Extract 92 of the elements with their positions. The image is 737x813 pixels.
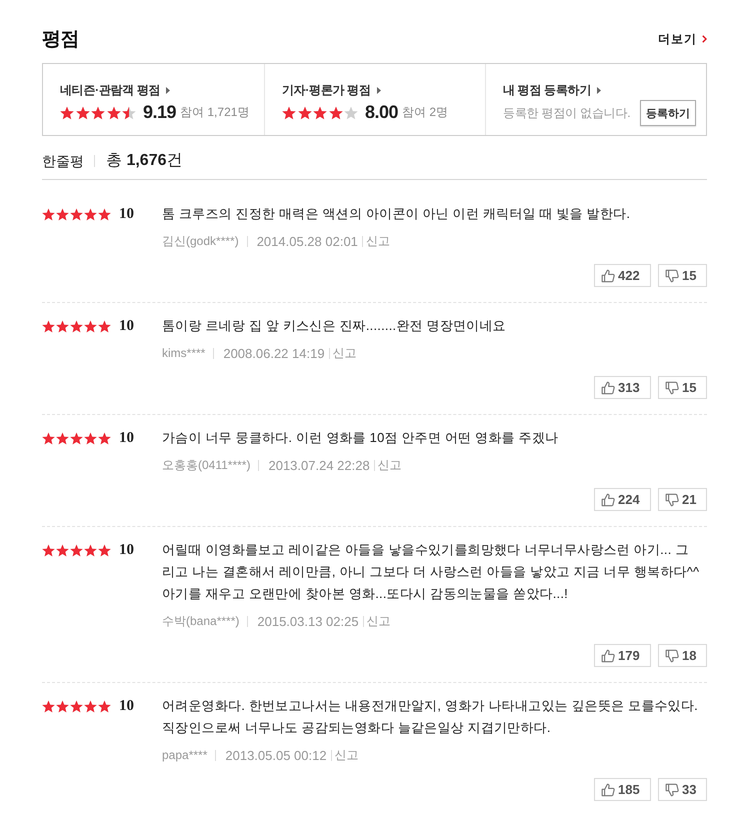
dislike-button[interactable]: 21 bbox=[658, 488, 707, 511]
section-title: 평점 bbox=[42, 28, 79, 52]
review-text: 어릴때 이영화를보고 레이같은 아들을 낳을수있기를희망했다 너무너무사랑스런 아기... 그리고 나는 결혼해서 레이만큼, 아니 그보다 더 사랑스런 아들을 낳았고 지금 너무 행복하다^^ 아기를 재우고 오랜만에 찾아본 영화...또다시 감동의눈물을 쏟았다...! bbox=[162, 541, 700, 603]
dislike-button[interactable]: 15 bbox=[658, 376, 707, 399]
like-button[interactable]: 313 bbox=[594, 376, 651, 399]
rating-link[interactable]: 내 평점 등록하기 bbox=[503, 82, 601, 99]
review-author: 오홍홍(0411****) bbox=[162, 456, 252, 474]
dislike-button[interactable]: 15 bbox=[658, 264, 707, 287]
thumbs-down-icon bbox=[665, 492, 679, 506]
review-score: 10 bbox=[119, 430, 134, 446]
chevron-icon bbox=[702, 35, 707, 43]
dislike-button[interactable]: 33 bbox=[658, 778, 707, 801]
review-author: 김신(godk****) bbox=[162, 232, 240, 250]
star-icon bbox=[76, 106, 90, 120]
review-date: 2008.06.22 14:19 bbox=[213, 348, 329, 358]
star-icon bbox=[344, 106, 358, 120]
like-button[interactable]: 422 bbox=[594, 264, 651, 287]
thumbs-up-icon bbox=[601, 782, 615, 796]
star-icon bbox=[70, 544, 83, 556]
star-icon bbox=[298, 106, 312, 120]
star-icon bbox=[70, 700, 83, 712]
star-icon bbox=[60, 106, 74, 120]
star-icon bbox=[56, 208, 69, 220]
thumbs-up-icon bbox=[601, 380, 615, 394]
star-icon bbox=[98, 700, 111, 712]
star-icon bbox=[70, 320, 83, 332]
review-score: 10 bbox=[119, 542, 134, 558]
star-icon bbox=[56, 544, 69, 556]
star-icon bbox=[70, 432, 83, 444]
star-icon bbox=[98, 432, 111, 444]
review-text: 가슴이 너무 뭉클하다. 이런 영화를 10점 안주면 어떤 영화를 주겠나 bbox=[162, 429, 560, 447]
star-icon bbox=[98, 208, 111, 220]
average-score: 8.00 bbox=[365, 102, 398, 123]
like-button[interactable]: 224 bbox=[594, 488, 651, 511]
review-author: 수박(bana****) bbox=[162, 612, 240, 630]
dislike-button[interactable]: 18 bbox=[658, 644, 707, 667]
review-date: 2015.03.13 02:25 bbox=[247, 616, 363, 626]
review-score: 10 bbox=[119, 318, 134, 334]
star-icon bbox=[122, 106, 136, 120]
review-score: 10 bbox=[119, 206, 134, 222]
rating-link[interactable]: 기자·평론가 평점 bbox=[282, 82, 381, 99]
review-date: 2014.05.28 02:01 bbox=[246, 236, 362, 246]
star-icon bbox=[56, 432, 69, 444]
star-icon bbox=[56, 320, 69, 332]
thumbs-up-icon bbox=[601, 268, 615, 282]
review-text: 톰이랑 르네랑 집 앞 키스신은 진짜........완전 명장면이네요 bbox=[162, 317, 507, 335]
star-icon bbox=[313, 106, 327, 120]
star-icon bbox=[98, 320, 111, 332]
star-icon bbox=[84, 700, 97, 712]
star-icon bbox=[42, 320, 55, 332]
thumbs-down-icon bbox=[665, 380, 679, 394]
like-button[interactable]: 185 bbox=[594, 778, 651, 801]
participant-count: 참여 2명 bbox=[402, 104, 448, 121]
star-icon bbox=[91, 106, 105, 120]
star-icon bbox=[84, 544, 97, 556]
star-icon bbox=[56, 700, 69, 712]
star-icon bbox=[106, 106, 120, 120]
like-button[interactable]: 179 bbox=[594, 644, 651, 667]
star-icon bbox=[42, 208, 55, 220]
thumbs-up-icon bbox=[601, 492, 615, 506]
register-button[interactable]: 등록하기 bbox=[640, 100, 696, 126]
star-icon bbox=[328, 106, 342, 120]
thumbs-down-icon bbox=[665, 268, 679, 282]
star-icon bbox=[42, 544, 55, 556]
caret-icon bbox=[166, 87, 170, 94]
caret-icon bbox=[596, 87, 601, 94]
empty-message: 등록한 평점이 없습니다. bbox=[503, 104, 630, 122]
thumbs-up-icon bbox=[601, 648, 615, 662]
star-icon bbox=[282, 106, 296, 120]
thumbs-down-icon bbox=[665, 782, 679, 796]
average-score: 9.19 bbox=[143, 102, 176, 123]
caret-icon bbox=[376, 87, 381, 94]
review-author: papa**** bbox=[162, 748, 208, 762]
star-icon bbox=[98, 544, 111, 556]
star-icon bbox=[84, 320, 97, 332]
star-icon bbox=[42, 700, 55, 712]
participant-count: 참여 1,721명 bbox=[180, 104, 250, 121]
more-link[interactable]: 더보기 bbox=[658, 30, 707, 48]
star-icon bbox=[84, 432, 97, 444]
review-text: 어려운영화다. 한번보고나서는 내용전개만알지, 영화가 나타내고있는 깊은뜻은 모를수있다. 직장인으로써 너무나도 공감되는영화다 늘같은일상 지겹기만하다. bbox=[162, 697, 699, 737]
review-score: 10 bbox=[119, 698, 134, 714]
thumbs-down-icon bbox=[665, 648, 679, 662]
review-text: 톰 크루즈의 진정한 매력은 액션의 아이콘이 아닌 이런 캐릭터일 때 빛을 발한다. bbox=[162, 205, 632, 223]
star-icon bbox=[84, 208, 97, 220]
comment-count: 총 1,676건 bbox=[106, 151, 182, 171]
review-date: 2013.05.05 00:12 bbox=[215, 750, 331, 760]
star-icon bbox=[42, 432, 55, 444]
rating-link[interactable]: 네티즌·관람객 평점 bbox=[60, 82, 170, 99]
comments-title: 한줄평 bbox=[42, 154, 95, 166]
review-author: kims**** bbox=[162, 346, 206, 360]
review-date: 2013.07.24 22:28 bbox=[258, 460, 374, 470]
star-icon bbox=[70, 208, 83, 220]
